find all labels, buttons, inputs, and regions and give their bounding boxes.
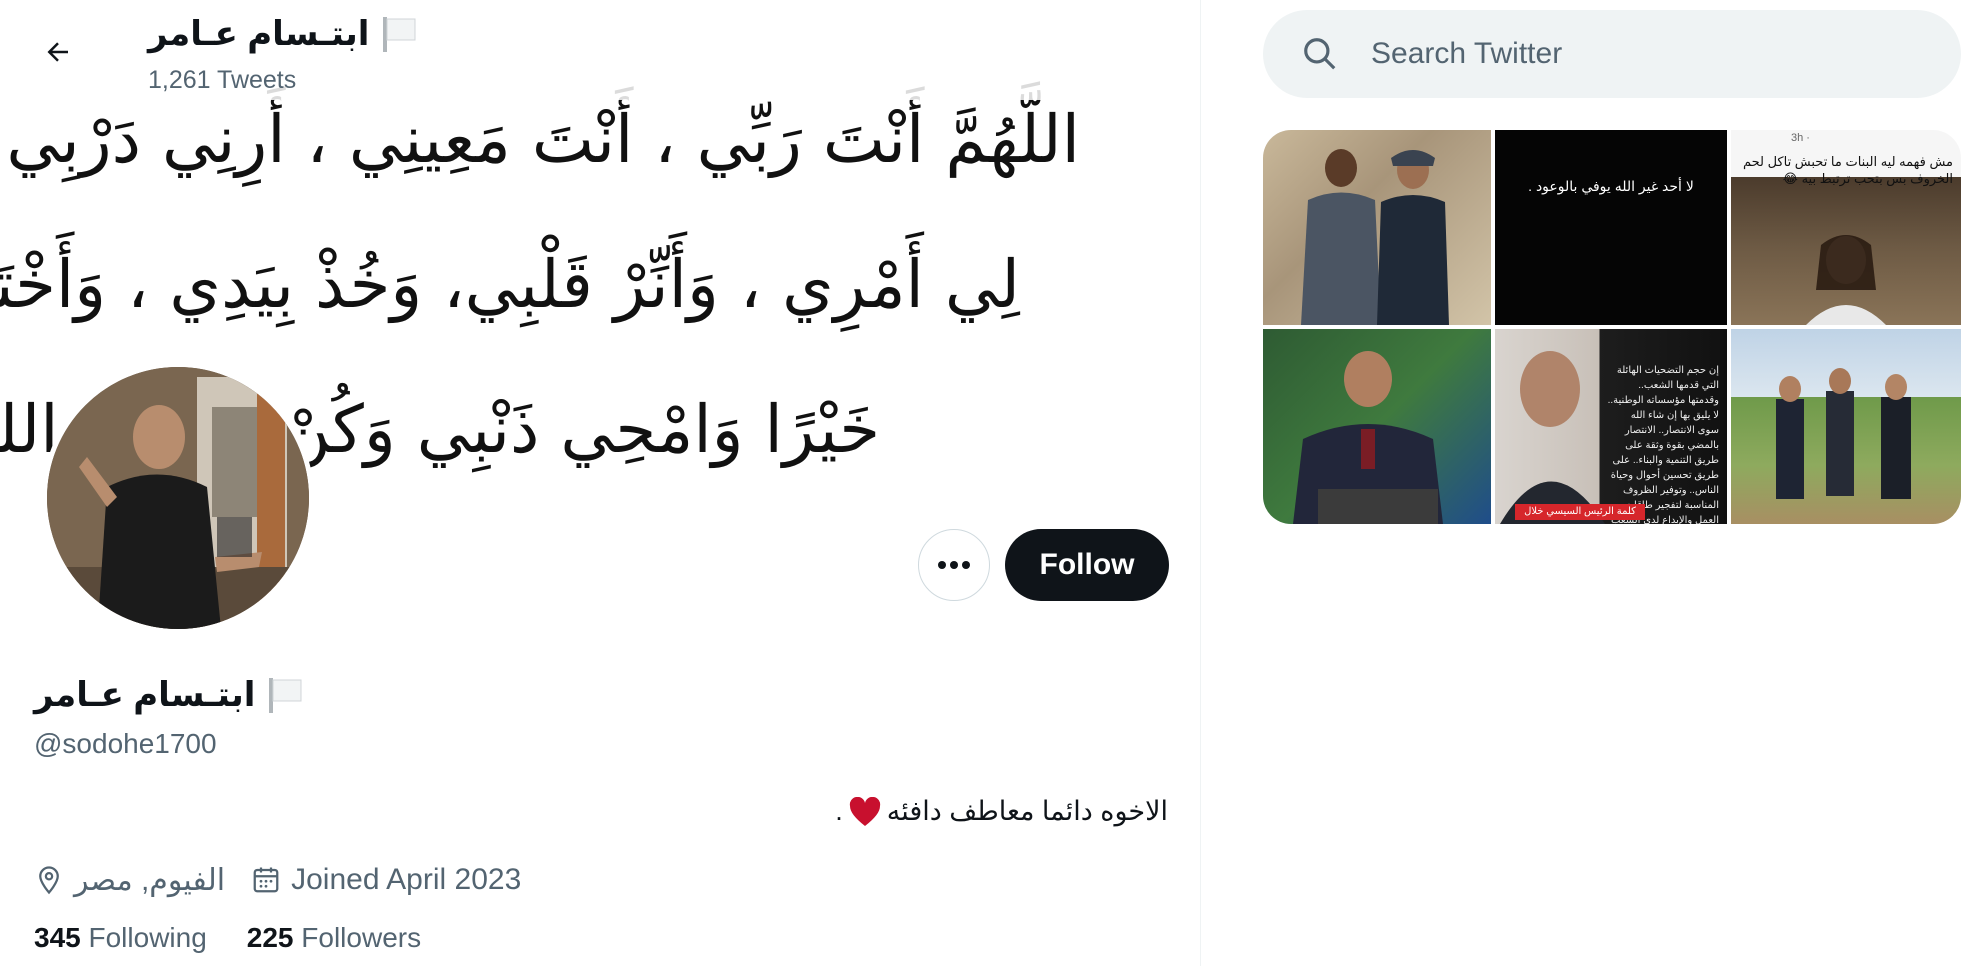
media-image-3 xyxy=(1806,235,1886,325)
location-icon xyxy=(39,866,59,895)
following-label: Following xyxy=(88,922,207,953)
media-tile-5[interactable]: إن حجم التضحيات الهائلة التي قدمها الشعب… xyxy=(1495,329,1727,524)
joined-item: Joined April 2023 xyxy=(251,863,521,897)
avatar[interactable] xyxy=(42,362,314,634)
search-bar[interactable] xyxy=(1263,10,1961,98)
media-tile-5-text: إن حجم التضحيات الهائلة التي قدمها الشعب… xyxy=(1607,365,1719,524)
media-tile-3-time: 3h · xyxy=(1791,132,1810,144)
joined-text: Joined April 2023 xyxy=(291,863,522,896)
media-tile-6[interactable] xyxy=(1731,329,1961,524)
profile-meta: الفيوم, مصر Joined April 2023 xyxy=(34,858,521,902)
profile-bio: الاخوه دائما معاطف دافئه . xyxy=(835,796,1168,827)
media-tile-3[interactable]: 3h · مش فهمه ليه البنات ما تحبش تاكل لحم… xyxy=(1731,130,1961,325)
header-name-text: ابتـسام عـامر xyxy=(148,15,370,53)
banner-text-line-1: اللَّهُمَّ أَنْتَ رَبِّي ، أَنْتَ مَعِين… xyxy=(0,101,1080,178)
following-link[interactable]: 345 Following xyxy=(34,922,207,954)
header-name: ابتـسام عـامر xyxy=(148,12,419,56)
display-name: ابتـسام عـامر xyxy=(34,670,305,720)
banner-text-line-2: لِي أَمْرِي ، وَأَنِّرْ قَلْبِي، وَخُذْ … xyxy=(0,246,1020,323)
profile-header-bar: ابتـسام عـامر 1,261 Tweets xyxy=(0,0,1200,100)
media-tile-2[interactable]: لا أحد غير الله يوفي بالوعود . xyxy=(1495,130,1727,325)
media-tile-2-text: لا أحد غير الله يوفي بالوعود . xyxy=(1528,178,1694,194)
more-options-button[interactable] xyxy=(918,529,990,601)
location-text: الفيوم, مصر xyxy=(74,863,226,897)
media-tile-3-text: مش فهمه ليه البنات ما تحبش تاكل لحم الخر… xyxy=(1742,154,1953,186)
media-tile-4[interactable] xyxy=(1263,329,1491,524)
profile-column: اللَّهُمَّ أَنْتَ رَبِّي ، أَنْتَ مَعِين… xyxy=(0,0,1201,966)
bio-suffix: . xyxy=(835,796,843,826)
media-image-5 xyxy=(1500,351,1605,524)
calendar-icon xyxy=(253,867,279,893)
followers-label: Followers xyxy=(301,922,422,953)
avatar-image xyxy=(47,367,309,629)
media-tile-5-caption: كلمة الرئيس السيسي خلال xyxy=(1515,504,1645,520)
location-item: الفيوم, مصر xyxy=(34,863,225,898)
back-arrow-icon xyxy=(47,42,68,62)
media-image-1 xyxy=(1301,149,1449,325)
user-handle: @sodohe1700 xyxy=(34,728,217,759)
heart-icon xyxy=(849,796,880,826)
flag-icon xyxy=(269,678,302,713)
media-grid: لا أحد غير الله يوفي بالوعود . 3h · مش ف… xyxy=(1263,130,1961,524)
followers-count: 225 xyxy=(246,922,294,953)
more-icon xyxy=(938,561,970,569)
search-input[interactable] xyxy=(1371,37,1931,71)
display-name-text: ابتـسام عـامر xyxy=(34,676,256,714)
search-icon xyxy=(1304,38,1336,70)
page: اللَّهُمَّ أَنْتَ رَبِّي ، أَنْتَ مَعِين… xyxy=(0,0,1966,966)
following-count: 345 xyxy=(34,922,81,953)
media-tile-1[interactable] xyxy=(1263,130,1491,325)
back-button[interactable] xyxy=(30,28,86,76)
followers-link[interactable]: 225 Followers xyxy=(247,922,421,954)
bio-text: الاخوه دائما معاطف دافئه xyxy=(886,796,1168,826)
flag-icon xyxy=(383,17,416,52)
follow-button[interactable]: Follow xyxy=(1005,529,1169,601)
media-image-4 xyxy=(1293,351,1443,524)
tweet-count: 1,261 Tweets xyxy=(148,66,297,94)
follow-stats: 345 Following 225 Followers xyxy=(34,922,421,954)
media-image-6 xyxy=(1776,368,1911,499)
